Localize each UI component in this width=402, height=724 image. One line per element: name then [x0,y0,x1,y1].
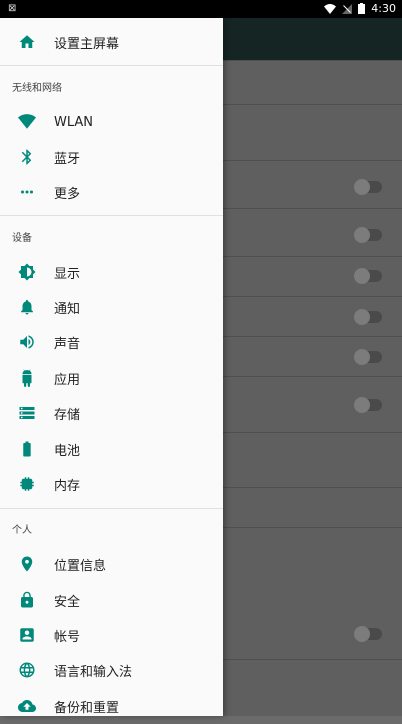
settings-row [223,104,402,161]
globe-icon [0,661,54,679]
drawer-item-label: 显示 [54,266,81,282]
bell-icon [0,298,54,316]
drawer-item-bluetooth[interactable]: 蓝牙 [0,139,223,175]
no-signal-icon [342,3,353,14]
drawer-item-label: 语言和输入法 [54,664,133,680]
drawer-item-security[interactable]: 安全 [0,582,223,618]
brightness-icon [0,263,54,281]
drawer-item-label: 通知 [54,301,81,317]
settings-row [223,527,402,660]
drawer-item-sound[interactable]: 声音 [0,324,223,360]
drawer-item-label: 电池 [54,443,81,459]
account-box-icon [0,626,54,644]
more-horiz-icon [0,183,54,201]
settings-row [223,296,402,337]
drawer-item-location[interactable]: 位置信息 [0,546,223,582]
section-header-wireless: 无线和网络 [12,83,62,94]
settings-row [223,160,402,209]
drawer-item-accounts[interactable]: 帐号 [0,617,223,653]
drawer-item-battery[interactable]: 电池 [0,431,223,467]
settings-row [223,60,402,105]
settings-row [223,336,402,377]
divider [0,508,223,509]
settings-row [223,432,402,488]
drawer-item-label: 帐号 [54,629,81,645]
bluetooth-icon [0,148,54,166]
drawer-item-label: 声音 [54,336,81,352]
wifi-icon [324,3,337,14]
settings-row [223,208,402,257]
drawer-item-label: 位置信息 [54,558,107,574]
drawer-item-label: 内存 [54,478,81,494]
drawer-item-memory[interactable]: 内存 [0,466,223,502]
drawer-item-label: 备份和重置 [54,700,120,716]
toggle-switch[interactable] [354,397,382,413]
memory-chip-icon [0,475,54,493]
drawer-item-storage[interactable]: 存储 [0,395,223,431]
settings-row [223,659,402,717]
drawer-item-label: 蓝牙 [54,151,81,167]
toggle-switch[interactable] [354,626,382,642]
battery-icon [358,3,366,14]
divider [0,215,223,216]
drawer-item-backup[interactable]: 备份和重置 [0,688,223,724]
drawer-item-notifications[interactable]: 通知 [0,289,223,325]
cloud-upload-icon [0,697,54,715]
status-bar: ⊠ 4:30 [0,0,402,18]
drawer-item-more[interactable]: 更多 [0,174,223,210]
battery-icon [0,440,54,458]
drawer-item-label: 安全 [54,594,81,610]
section-header-device: 设备 [12,233,32,244]
drawer-item-label: 存储 [54,407,81,423]
settings-row [223,376,402,433]
drawer-item-label: WLAN [54,114,94,130]
drawer-item-display[interactable]: 显示 [0,254,223,290]
lock-icon [0,591,54,609]
settings-row [223,256,402,297]
drawer-item-language[interactable]: 语言和输入法 [0,652,223,688]
android-icon [0,369,54,387]
toggle-switch[interactable] [354,227,382,243]
volume-icon [0,333,54,351]
settings-row [223,487,402,528]
clock: 4:30 [371,2,396,15]
notification-icon: ⊠ [8,3,17,14]
section-header-personal: 个人 [12,525,32,536]
toggle-switch[interactable] [354,179,382,195]
toggle-switch[interactable] [354,268,382,284]
drawer-item-label: 应用 [54,372,81,388]
status-icons: 4:30 [324,2,396,15]
toggle-switch[interactable] [354,349,382,365]
toggle-switch[interactable] [354,309,382,325]
divider [0,65,223,66]
home-icon [0,33,54,51]
wifi-icon [0,113,54,131]
storage-icon [0,404,54,422]
navigation-drawer: 设置主屏幕 无线和网络 WLAN 蓝牙 更多 设备 显示 通知 声音 应用 存储… [0,18,223,716]
drawer-item-wlan[interactable]: WLAN [0,104,223,140]
location-pin-icon [0,555,54,573]
drawer-item-home[interactable]: 设置主屏幕 [0,24,223,60]
drawer-item-label: 设置主屏幕 [54,36,120,52]
drawer-item-label: 更多 [54,186,81,202]
drawer-item-apps[interactable]: 应用 [0,360,223,396]
